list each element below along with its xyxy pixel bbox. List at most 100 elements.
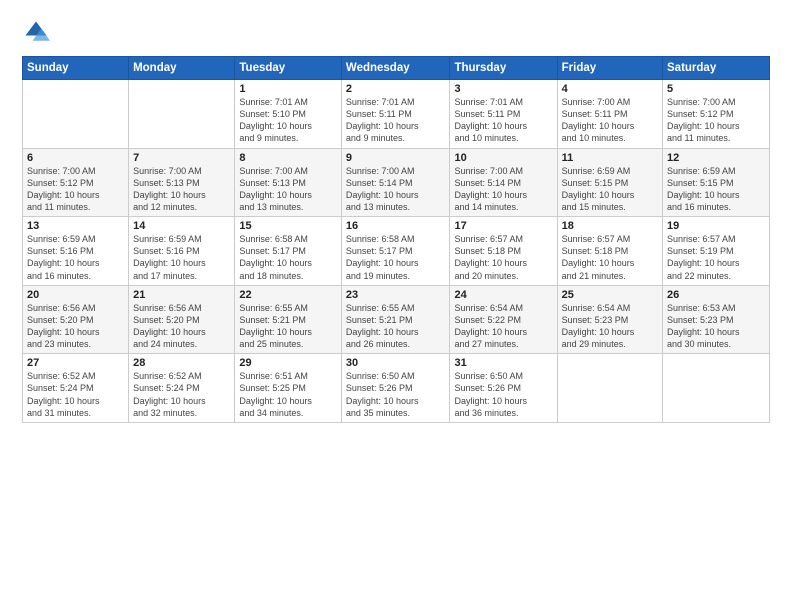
day-number: 12: [667, 152, 765, 164]
day-number: 18: [562, 220, 658, 232]
calendar-cell: [663, 354, 770, 423]
calendar-cell: [129, 80, 235, 149]
calendar-cell: 26Sunrise: 6:53 AM Sunset: 5:23 PM Dayli…: [663, 285, 770, 354]
calendar-cell: 12Sunrise: 6:59 AM Sunset: 5:15 PM Dayli…: [663, 148, 770, 217]
header: [22, 18, 770, 46]
calendar-cell: 7Sunrise: 7:00 AM Sunset: 5:13 PM Daylig…: [129, 148, 235, 217]
day-info: Sunrise: 6:52 AM Sunset: 5:24 PM Dayligh…: [133, 370, 230, 419]
calendar-cell: 18Sunrise: 6:57 AM Sunset: 5:18 PM Dayli…: [557, 217, 662, 286]
calendar-cell: 10Sunrise: 7:00 AM Sunset: 5:14 PM Dayli…: [450, 148, 557, 217]
calendar-cell: 14Sunrise: 6:59 AM Sunset: 5:16 PM Dayli…: [129, 217, 235, 286]
day-info: Sunrise: 6:53 AM Sunset: 5:23 PM Dayligh…: [667, 302, 765, 351]
day-info: Sunrise: 7:00 AM Sunset: 5:11 PM Dayligh…: [562, 96, 658, 145]
day-info: Sunrise: 7:00 AM Sunset: 5:14 PM Dayligh…: [346, 165, 446, 214]
weekday-header-monday: Monday: [129, 57, 235, 80]
calendar-cell: 23Sunrise: 6:55 AM Sunset: 5:21 PM Dayli…: [341, 285, 450, 354]
day-number: 15: [239, 220, 337, 232]
day-number: 6: [27, 152, 124, 164]
calendar-cell: 30Sunrise: 6:50 AM Sunset: 5:26 PM Dayli…: [341, 354, 450, 423]
day-info: Sunrise: 6:54 AM Sunset: 5:22 PM Dayligh…: [454, 302, 552, 351]
calendar-cell: [23, 80, 129, 149]
day-info: Sunrise: 6:57 AM Sunset: 5:18 PM Dayligh…: [562, 233, 658, 282]
day-info: Sunrise: 6:59 AM Sunset: 5:16 PM Dayligh…: [27, 233, 124, 282]
calendar-cell: 25Sunrise: 6:54 AM Sunset: 5:23 PM Dayli…: [557, 285, 662, 354]
calendar-cell: 27Sunrise: 6:52 AM Sunset: 5:24 PM Dayli…: [23, 354, 129, 423]
calendar-cell: 21Sunrise: 6:56 AM Sunset: 5:20 PM Dayli…: [129, 285, 235, 354]
day-info: Sunrise: 6:58 AM Sunset: 5:17 PM Dayligh…: [346, 233, 446, 282]
day-number: 4: [562, 83, 658, 95]
calendar-week-row: 6Sunrise: 7:00 AM Sunset: 5:12 PM Daylig…: [23, 148, 770, 217]
calendar-cell: 11Sunrise: 6:59 AM Sunset: 5:15 PM Dayli…: [557, 148, 662, 217]
calendar-cell: 16Sunrise: 6:58 AM Sunset: 5:17 PM Dayli…: [341, 217, 450, 286]
calendar-cell: 3Sunrise: 7:01 AM Sunset: 5:11 PM Daylig…: [450, 80, 557, 149]
weekday-header-saturday: Saturday: [663, 57, 770, 80]
day-info: Sunrise: 7:00 AM Sunset: 5:12 PM Dayligh…: [667, 96, 765, 145]
calendar-header: SundayMondayTuesdayWednesdayThursdayFrid…: [23, 57, 770, 80]
weekday-header-tuesday: Tuesday: [235, 57, 342, 80]
weekday-header-row: SundayMondayTuesdayWednesdayThursdayFrid…: [23, 57, 770, 80]
calendar-cell: 20Sunrise: 6:56 AM Sunset: 5:20 PM Dayli…: [23, 285, 129, 354]
day-number: 8: [239, 152, 337, 164]
day-info: Sunrise: 6:58 AM Sunset: 5:17 PM Dayligh…: [239, 233, 337, 282]
calendar-cell: 28Sunrise: 6:52 AM Sunset: 5:24 PM Dayli…: [129, 354, 235, 423]
day-number: 14: [133, 220, 230, 232]
day-number: 2: [346, 83, 446, 95]
calendar-cell: [557, 354, 662, 423]
day-info: Sunrise: 7:00 AM Sunset: 5:14 PM Dayligh…: [454, 165, 552, 214]
logo: [22, 18, 54, 46]
day-number: 9: [346, 152, 446, 164]
day-number: 24: [454, 289, 552, 301]
day-number: 10: [454, 152, 552, 164]
calendar-cell: 9Sunrise: 7:00 AM Sunset: 5:14 PM Daylig…: [341, 148, 450, 217]
day-info: Sunrise: 7:00 AM Sunset: 5:12 PM Dayligh…: [27, 165, 124, 214]
day-number: 17: [454, 220, 552, 232]
day-info: Sunrise: 6:59 AM Sunset: 5:16 PM Dayligh…: [133, 233, 230, 282]
calendar-week-row: 27Sunrise: 6:52 AM Sunset: 5:24 PM Dayli…: [23, 354, 770, 423]
calendar-table: SundayMondayTuesdayWednesdayThursdayFrid…: [22, 56, 770, 423]
day-number: 25: [562, 289, 658, 301]
day-number: 30: [346, 357, 446, 369]
day-info: Sunrise: 6:52 AM Sunset: 5:24 PM Dayligh…: [27, 370, 124, 419]
day-info: Sunrise: 6:55 AM Sunset: 5:21 PM Dayligh…: [346, 302, 446, 351]
calendar-week-row: 1Sunrise: 7:01 AM Sunset: 5:10 PM Daylig…: [23, 80, 770, 149]
calendar-cell: 1Sunrise: 7:01 AM Sunset: 5:10 PM Daylig…: [235, 80, 342, 149]
day-info: Sunrise: 7:00 AM Sunset: 5:13 PM Dayligh…: [239, 165, 337, 214]
calendar-cell: 31Sunrise: 6:50 AM Sunset: 5:26 PM Dayli…: [450, 354, 557, 423]
day-number: 11: [562, 152, 658, 164]
day-info: Sunrise: 6:56 AM Sunset: 5:20 PM Dayligh…: [27, 302, 124, 351]
day-number: 23: [346, 289, 446, 301]
calendar-cell: 17Sunrise: 6:57 AM Sunset: 5:18 PM Dayli…: [450, 217, 557, 286]
weekday-header-wednesday: Wednesday: [341, 57, 450, 80]
day-info: Sunrise: 6:50 AM Sunset: 5:26 PM Dayligh…: [454, 370, 552, 419]
day-number: 19: [667, 220, 765, 232]
logo-icon: [22, 18, 50, 46]
calendar-body: 1Sunrise: 7:01 AM Sunset: 5:10 PM Daylig…: [23, 80, 770, 423]
calendar-cell: 2Sunrise: 7:01 AM Sunset: 5:11 PM Daylig…: [341, 80, 450, 149]
day-number: 13: [27, 220, 124, 232]
day-info: Sunrise: 6:59 AM Sunset: 5:15 PM Dayligh…: [562, 165, 658, 214]
calendar-cell: 5Sunrise: 7:00 AM Sunset: 5:12 PM Daylig…: [663, 80, 770, 149]
day-info: Sunrise: 6:57 AM Sunset: 5:19 PM Dayligh…: [667, 233, 765, 282]
day-number: 20: [27, 289, 124, 301]
calendar-cell: 22Sunrise: 6:55 AM Sunset: 5:21 PM Dayli…: [235, 285, 342, 354]
day-number: 29: [239, 357, 337, 369]
day-number: 21: [133, 289, 230, 301]
day-number: 3: [454, 83, 552, 95]
calendar-cell: 15Sunrise: 6:58 AM Sunset: 5:17 PM Dayli…: [235, 217, 342, 286]
day-info: Sunrise: 6:50 AM Sunset: 5:26 PM Dayligh…: [346, 370, 446, 419]
day-number: 26: [667, 289, 765, 301]
calendar-cell: 8Sunrise: 7:00 AM Sunset: 5:13 PM Daylig…: [235, 148, 342, 217]
day-number: 28: [133, 357, 230, 369]
day-info: Sunrise: 6:55 AM Sunset: 5:21 PM Dayligh…: [239, 302, 337, 351]
day-info: Sunrise: 6:51 AM Sunset: 5:25 PM Dayligh…: [239, 370, 337, 419]
day-info: Sunrise: 7:01 AM Sunset: 5:11 PM Dayligh…: [454, 96, 552, 145]
day-number: 5: [667, 83, 765, 95]
day-number: 27: [27, 357, 124, 369]
calendar-cell: 4Sunrise: 7:00 AM Sunset: 5:11 PM Daylig…: [557, 80, 662, 149]
day-info: Sunrise: 6:54 AM Sunset: 5:23 PM Dayligh…: [562, 302, 658, 351]
day-number: 22: [239, 289, 337, 301]
calendar-cell: 13Sunrise: 6:59 AM Sunset: 5:16 PM Dayli…: [23, 217, 129, 286]
calendar-cell: 24Sunrise: 6:54 AM Sunset: 5:22 PM Dayli…: [450, 285, 557, 354]
day-info: Sunrise: 6:57 AM Sunset: 5:18 PM Dayligh…: [454, 233, 552, 282]
day-number: 31: [454, 357, 552, 369]
